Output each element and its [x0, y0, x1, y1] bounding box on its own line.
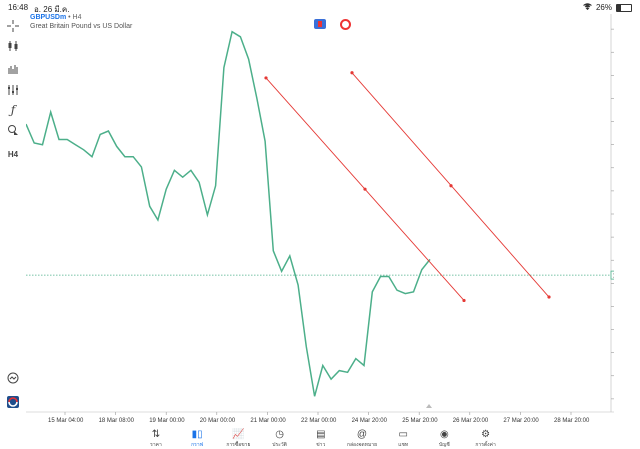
current-price-label: 1.26568 [613, 274, 614, 280]
left-toolbar: ƒ H4 [0, 14, 26, 426]
wifi-icon [583, 3, 592, 12]
nav-trade[interactable]: 📈การซื้อขาย [218, 430, 258, 449]
news-icon: ▤ [301, 430, 341, 440]
mt-logo-icon[interactable] [5, 394, 21, 410]
nav-label: บัญชี [424, 441, 464, 449]
search-chart-icon[interactable] [5, 370, 21, 386]
settings-icon: ⚙ [466, 430, 506, 440]
price-line [26, 32, 430, 397]
status-time: 16:48 [8, 3, 28, 12]
nav-mailbox[interactable]: @กล่องจดหมาย [342, 430, 382, 449]
time-tick-label: 22 Mar 00:00 [301, 418, 337, 424]
trade-icon: 📈 [218, 430, 258, 440]
nav-news[interactable]: ▤ข่าว [301, 430, 341, 449]
nav-chat[interactable]: ▭แชท [383, 430, 423, 449]
nav-account[interactable]: ◉บัญชี [424, 430, 464, 449]
bottom-nav: ⇅ราคา▮▯กราฟ📈การซื้อขาย◷ประวัติ▤ข่าว@กล่อ… [0, 430, 640, 447]
candlestick-icon[interactable] [5, 38, 21, 54]
nav-settings[interactable]: ⚙การตั้งค่า [466, 430, 506, 449]
time-tick-label: 19 Mar 00:00 [149, 418, 185, 424]
bar-chart-icon[interactable] [5, 60, 21, 76]
objects-icon[interactable] [5, 122, 21, 138]
nav-history[interactable]: ◷ประวัติ [260, 430, 300, 449]
nav-quotes[interactable]: ⇅ราคา [136, 430, 176, 449]
nav-label: แชท [383, 441, 423, 449]
crosshair-icon[interactable] [5, 18, 21, 34]
time-tick-label: 21 Mar 00:00 [250, 418, 286, 424]
mailbox-icon: @ [342, 430, 382, 440]
time-tick-label: 18 Mar 08:00 [99, 418, 135, 424]
chart-shift-marker [426, 404, 432, 408]
nav-label: การตั้งค่า [466, 441, 506, 449]
nav-label: กราฟ [177, 441, 217, 449]
time-tick-label: 27 Mar 20:00 [503, 418, 539, 424]
time-tick-label: 24 Mar 20:00 [352, 418, 388, 424]
history-icon: ◷ [260, 430, 300, 440]
account-icon: ◉ [424, 430, 464, 440]
nav-label: ข่าว [301, 441, 341, 449]
nav-chart[interactable]: ▮▯กราฟ [177, 430, 217, 449]
time-tick-label: 26 Mar 20:00 [453, 418, 489, 424]
chart-icon: ▮▯ [177, 430, 217, 440]
nav-label: กล่องจดหมาย [342, 441, 382, 449]
trendline-anchor [264, 76, 267, 79]
quotes-icon: ⇅ [136, 430, 176, 440]
timeframe-label[interactable]: H4 [5, 146, 21, 162]
time-tick-label: 25 Mar 20:00 [402, 418, 438, 424]
nav-label: การซื้อขาย [218, 441, 258, 449]
trendline-anchor [462, 299, 465, 302]
trendline-anchor [350, 71, 353, 74]
nav-label: ประวัติ [260, 441, 300, 449]
price-chart[interactable]: 1.280051.278701.277351.276001.274651.273… [26, 14, 614, 426]
status-bar: 16:48 อ. 26 มี.ค. 26% [0, 0, 640, 14]
time-tick-label: 15 Mar 04:00 [48, 418, 84, 424]
trendline-anchor [363, 188, 366, 191]
time-tick-label: 28 Mar 20:00 [554, 418, 590, 424]
indicators-icon[interactable] [5, 82, 21, 98]
battery-percent: 26% [596, 3, 612, 12]
time-tick-label: 20 Mar 00:00 [200, 418, 236, 424]
chat-icon: ▭ [383, 430, 423, 440]
trendline-anchor [547, 295, 550, 298]
trendline-anchor [449, 184, 452, 187]
battery-icon [616, 4, 632, 12]
function-icon[interactable]: ƒ [5, 102, 21, 118]
nav-label: ราคา [136, 441, 176, 449]
status-right: 26% [583, 3, 632, 12]
